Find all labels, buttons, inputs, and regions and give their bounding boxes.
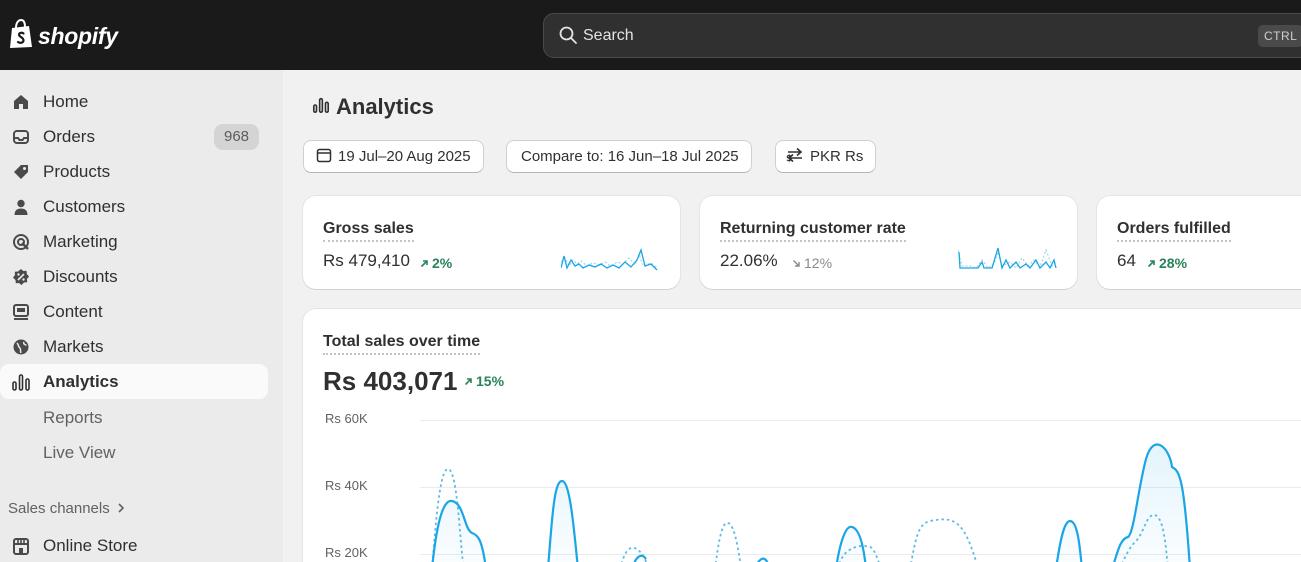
metric-sparkline <box>561 247 658 271</box>
target-icon <box>11 232 31 252</box>
person-icon <box>11 197 31 217</box>
sales-channels-title: Sales channels <box>8 500 110 517</box>
metric-delta-value: 28% <box>1159 255 1188 271</box>
search-shortcut-badge: CTRL <box>1258 25 1301 47</box>
page-title-text: Analytics <box>336 94 434 119</box>
metric-title: Orders fulfilled <box>1117 220 1231 242</box>
sidebar: Home Orders 968 Products Customers Marke… <box>0 70 283 562</box>
metric-delta: 2% <box>420 255 452 271</box>
arrow-up-right-icon <box>420 255 429 271</box>
compare-label: Compare to: 16 Jun–18 Jul 2025 <box>521 148 739 165</box>
sidebar-subitem-live-view[interactable]: Live View <box>43 443 115 463</box>
chart-title[interactable]: Total sales over time <box>323 333 481 355</box>
sidebar-item-label: Online Store <box>43 536 138 555</box>
sidebar-subitem-reports[interactable]: Reports <box>43 408 103 428</box>
comparison-series-line <box>431 468 1169 562</box>
tag-icon <box>11 162 31 182</box>
calendar-icon <box>316 147 332 167</box>
shopping-bag-icon <box>8 18 34 54</box>
sidebar-item-markets[interactable]: Markets <box>0 329 268 364</box>
arrow-up-right-icon <box>464 373 473 389</box>
y-axis-tick: Rs 20K <box>325 545 368 560</box>
sidebar-item-label: Content <box>43 302 103 321</box>
sidebar-item-online-store[interactable]: Online Store <box>0 528 268 562</box>
brand-name: shopify <box>38 23 118 49</box>
date-range-button[interactable]: 19 Jul–20 Aug 2025 <box>303 140 484 173</box>
metric-title: Gross sales <box>323 220 414 242</box>
sidebar-item-label: Products <box>43 162 111 181</box>
inbox-icon <box>11 127 31 147</box>
grid-line <box>420 420 1301 421</box>
metric-value: 64 <box>1117 251 1136 270</box>
sales-line-chart <box>431 442 1191 562</box>
globe-icon <box>11 337 31 357</box>
metric-card-returning-customer-rate[interactable]: Returning customer rate 22.06% 12% <box>700 196 1077 289</box>
sidebar-item-label: Marketing <box>43 232 118 251</box>
search-input[interactable]: Search CTRL <box>543 13 1301 58</box>
sidebar-item-home[interactable]: Home <box>0 84 268 119</box>
sales-over-time-card: Total sales over time Rs 403,071 15% Rs … <box>303 309 1301 562</box>
search-icon <box>558 25 578 50</box>
analytics-icon <box>312 94 330 120</box>
sales-delta: 15% <box>464 373 504 389</box>
sales-delta-value: 15% <box>476 373 505 389</box>
currency-label: PKR Rs <box>810 148 864 165</box>
sidebar-item-label: Markets <box>43 337 104 356</box>
sidebar-item-discounts[interactable]: Discounts <box>0 259 268 294</box>
metric-title: Returning customer rate <box>720 220 906 242</box>
content-icon <box>11 302 31 322</box>
metric-value: 22.06% <box>720 251 778 270</box>
metric-delta: 28% <box>1147 255 1187 271</box>
sidebar-item-orders[interactable]: Orders 968 <box>0 119 268 154</box>
store-icon <box>11 536 31 556</box>
svg-text:$: $ <box>786 154 792 163</box>
sidebar-item-label: Orders <box>43 127 95 146</box>
arrow-up-right-icon <box>1147 255 1156 271</box>
home-icon <box>11 92 31 112</box>
discount-icon <box>11 267 31 287</box>
sidebar-item-label: Discounts <box>43 267 118 286</box>
search-placeholder: Search <box>583 27 634 44</box>
metric-delta-value: 2% <box>432 255 453 271</box>
sales-total: Rs 403,071 <box>323 366 458 396</box>
sales-channels-header[interactable]: Sales channels <box>8 500 126 517</box>
sidebar-item-customers[interactable]: Customers <box>0 189 268 224</box>
analytics-icon <box>11 372 31 392</box>
metric-card-orders-fulfilled[interactable]: Orders fulfilled 64 28% <box>1097 196 1301 289</box>
currency-button[interactable]: $ PKR Rs <box>775 140 877 173</box>
sidebar-item-marketing[interactable]: Marketing <box>0 224 268 259</box>
arrow-down-right-icon <box>792 255 801 271</box>
shopify-logo[interactable]: shopify <box>8 18 118 54</box>
metric-delta-value: 12% <box>804 255 833 271</box>
metric-card-gross-sales[interactable]: Gross sales Rs 479,410 2% <box>303 196 680 289</box>
sidebar-item-label: Customers <box>43 197 126 216</box>
compare-button[interactable]: Compare to: 16 Jun–18 Jul 2025 <box>506 140 752 173</box>
top-bar: shopify Search CTRL <box>0 0 1301 70</box>
orders-count-badge: 968 <box>214 124 260 150</box>
sidebar-item-label: Analytics <box>43 372 119 391</box>
sidebar-item-content[interactable]: Content <box>0 294 268 329</box>
current-series-area <box>432 442 1190 562</box>
sidebar-item-label: Home <box>43 92 89 111</box>
chevron-right-icon <box>116 500 126 517</box>
sidebar-item-products[interactable]: Products <box>0 154 268 189</box>
exchange-icon: $ <box>786 147 804 167</box>
y-axis-tick: Rs 60K <box>325 411 368 426</box>
metric-value: Rs 479,410 <box>323 251 410 270</box>
metric-sparkline <box>958 247 1057 270</box>
page-title: Analytics <box>312 94 434 120</box>
sidebar-item-analytics[interactable]: Analytics <box>0 364 268 399</box>
date-range-label: 19 Jul–20 Aug 2025 <box>338 148 471 165</box>
metric-delta: 12% <box>792 255 832 271</box>
y-axis-tick: Rs 40K <box>325 478 368 493</box>
